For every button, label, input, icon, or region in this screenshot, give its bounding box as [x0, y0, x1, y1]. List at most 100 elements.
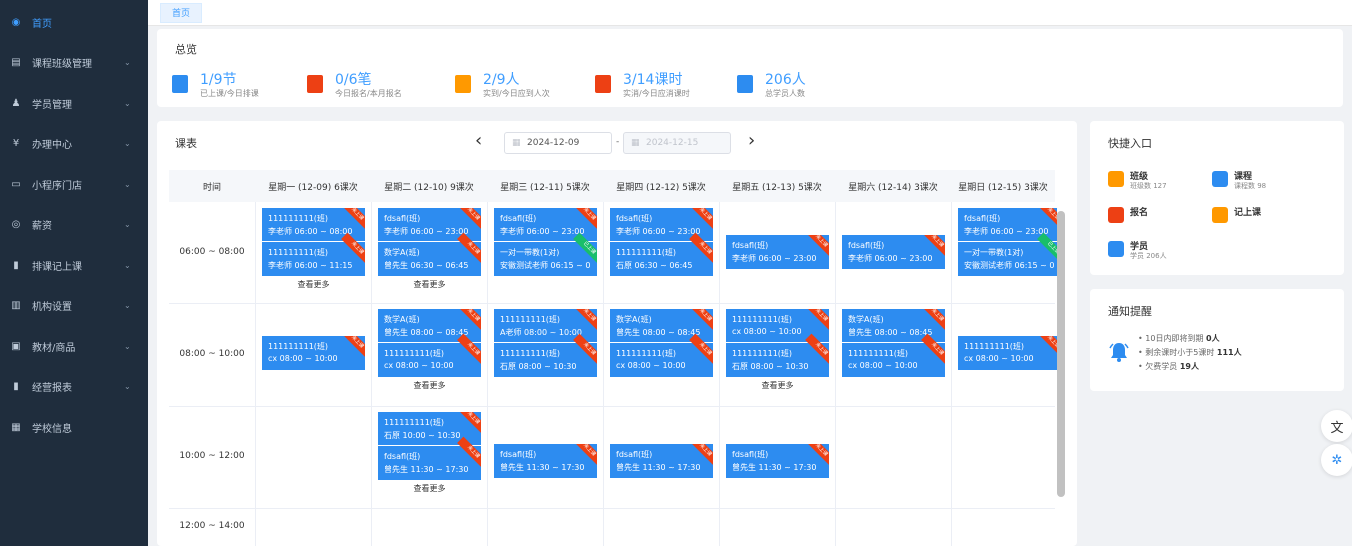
- chevron-down-icon: ⌄: [124, 179, 131, 189]
- sidebar-item-9[interactable]: ▮ 经营报表 ⌄: [0, 367, 148, 407]
- quick-entry-3[interactable]: 记上课: [1212, 205, 1312, 231]
- sidebar-item-6[interactable]: ▮ 排课记上课 ⌄: [0, 245, 148, 285]
- lesson-card[interactable]: fdsafl(班) 曾先生 11:30 ~ 17:30 未上课: [610, 444, 713, 478]
- lesson-card[interactable]: fdsafl(班) 曾先生 11:30 ~ 17:30 未上课: [726, 444, 829, 478]
- quick-entry-title: 快捷入口: [1108, 137, 1152, 150]
- lesson-class: 111111111(班): [500, 349, 561, 358]
- lesson-time: 李老师 06:00 ~ 23:00: [384, 227, 469, 236]
- sidebar-item-10[interactable]: ▦ 学校信息: [0, 407, 148, 447]
- start-date-input[interactable]: ▦ 2024-12-09: [504, 132, 612, 154]
- notice-count: 0人: [1206, 334, 1220, 343]
- view-more-link[interactable]: 查看更多: [378, 483, 481, 494]
- lesson-card[interactable]: fdsafl(班) 李老师 06:00 ~ 23:00 未上课 一对一带教(1对) 安徽…: [958, 208, 1061, 276]
- next-week-button[interactable]: ›: [748, 131, 755, 151]
- lesson-card[interactable]: 数学A(班) 曾先生 08:00 ~ 08:45 未上课 111111111(班) cx…: [378, 309, 481, 377]
- end-date-input[interactable]: ▦ 2024-12-15: [623, 132, 731, 154]
- sidebar-item-label: 学员管理: [32, 99, 72, 111]
- lesson-class: 111111111(班): [616, 349, 677, 358]
- day-header: 星期五 (12-13) 5课次: [719, 170, 835, 202]
- lesson-time: 曾先生 06:30 ~ 06:45: [384, 261, 469, 270]
- chevron-down-icon: ⌄: [124, 220, 131, 229]
- time-slot-label: 08:00 ~ 10:00: [179, 348, 245, 359]
- lesson-class: 111111111(班): [268, 342, 329, 351]
- quick-entry-4[interactable]: 学员 学员 206人: [1108, 239, 1208, 265]
- lesson-class: fdsafl(班): [848, 241, 885, 250]
- prev-week-button[interactable]: ‹: [475, 131, 482, 151]
- day-header: 星期一 (12-09) 6课次: [255, 170, 371, 202]
- sidebar-item-label: 经营报表: [32, 383, 72, 394]
- lesson-class: 数学A(班): [384, 248, 420, 257]
- sidebar: ◉ 首页 ▤ 课程班级管理 ⌄ ♟ 学员管理 ⌄ ¥ 办理中心 ⌄ ▭ 小程序门店 ⌄ ◎ 薪资 ⌄ ▮ 排课记上课…: [0, 0, 148, 546]
- chevron-down-icon: ⌄: [124, 301, 131, 310]
- sidebar-item-7[interactable]: ▥ 机构设置 ⌄: [0, 286, 148, 326]
- lesson-class: 111111111(班): [732, 349, 793, 358]
- lesson-class: fdsafl(班): [732, 450, 769, 459]
- sidebar-item-label: 小程序门店: [32, 180, 82, 192]
- dashboard-icon: ◉: [11, 16, 21, 28]
- lesson-time: 曾先生 11:30 ~ 17:30: [732, 463, 817, 472]
- sidebar-item-label: 排课记上课: [32, 261, 82, 273]
- lesson-card[interactable]: fdsafl(班) 李老师 06:00 ~ 23:00 未上课 一对一带教(1对) 安徽…: [494, 208, 597, 276]
- view-more-link[interactable]: 查看更多: [378, 380, 481, 391]
- sidebar-item-3[interactable]: ¥ 办理中心 ⌄: [0, 124, 148, 164]
- stat-value: 3/14课时: [623, 72, 683, 88]
- lesson-card[interactable]: fdsafl(班) 曾先生 11:30 ~ 17:30 未上课: [494, 444, 597, 478]
- view-more-link[interactable]: 查看更多: [262, 279, 365, 290]
- lesson-card[interactable]: fdsafl(班) 李老师 06:00 ~ 23:00 未上课: [842, 235, 945, 269]
- status-ribbon: 未上课: [689, 232, 713, 265]
- book-icon: [595, 75, 611, 93]
- lesson-class: 111111111(班): [964, 342, 1025, 351]
- sidebar-item-4[interactable]: ▭ 小程序门店 ⌄: [0, 164, 148, 204]
- lesson-card[interactable]: 111111111(班) A老师 08:00 ~ 10:00 未上课 11111111…: [494, 309, 597, 377]
- lesson-card[interactable]: 111111111(班) 李老师 06:00 ~ 08:00 未上课 11111111…: [262, 208, 365, 276]
- lesson-time: 曾先生 11:30 ~ 17:30: [616, 463, 701, 472]
- bookmark-icon: [172, 75, 188, 93]
- lesson-card[interactable]: 数学A(班) 曾先生 08:00 ~ 08:45 未上课 111111111(班) cx…: [610, 309, 713, 377]
- translate-float-button[interactable]: 文: [1321, 410, 1352, 442]
- lesson-card[interactable]: 111111111(班) cx 08:00 ~ 10:00 未上课: [958, 336, 1061, 370]
- tab-home[interactable]: 首页: [160, 3, 203, 23]
- quick-entry-1[interactable]: 课程 课程数 98: [1212, 169, 1312, 195]
- overview-panel: 总览 1/9节 已上课/今日排课 0/6笔 今日报名/本月报名 2/9人 实到/今日应到人…: [157, 29, 1343, 107]
- schedule-title: 课表: [175, 137, 197, 150]
- lesson-time: cx 08:00 ~ 10:00: [848, 361, 918, 370]
- sidebar-item-0[interactable]: ◉ 首页: [0, 2, 148, 42]
- lesson-card[interactable]: fdsafl(班) 李老师 06:00 ~ 23:00 未上课 数学A(班) 曾先生 0…: [378, 208, 481, 276]
- lesson-time: 李老师 06:00 ~ 23:00: [732, 254, 817, 263]
- lesson-card[interactable]: fdsafl(班) 李老师 06:00 ~ 23:00 未上课 111111111(班…: [610, 208, 713, 276]
- lesson-card[interactable]: 111111111(班) 石原 10:00 ~ 10:30 未上课 fdsafl(班)…: [378, 412, 481, 480]
- quick-entry-sub: 课程数 98: [1234, 182, 1267, 190]
- scrollbar-thumb[interactable]: [1057, 211, 1065, 497]
- grid-divider: [371, 202, 372, 546]
- view-more-link[interactable]: 查看更多: [378, 279, 481, 290]
- sidebar-item-1[interactable]: ▤ 课程班级管理 ⌄: [0, 43, 148, 83]
- lesson-card[interactable]: 数学A(班) 曾先生 08:00 ~ 08:45 未上课 111111111(班) cx…: [842, 309, 945, 377]
- quick-entry-0[interactable]: 班级 班级数 127: [1108, 169, 1208, 195]
- day-header: 星期六 (12-14) 3课次: [835, 170, 951, 202]
- lesson-card[interactable]: fdsafl(班) 李老师 06:00 ~ 23:00 未上课: [726, 235, 829, 269]
- calendar-icon: ▦: [631, 138, 640, 148]
- signup-icon: [1108, 207, 1124, 223]
- sidebar-item-2[interactable]: ♟ 学员管理 ⌄: [0, 83, 148, 123]
- stat-label: 总学员人数: [765, 89, 805, 98]
- lesson-time: 曾先生 08:00 ~ 08:45: [616, 328, 701, 337]
- quick-entry-2[interactable]: 报名: [1108, 205, 1208, 231]
- network-float-button[interactable]: ✲: [1321, 444, 1352, 476]
- day-header: 星期日 (12-15) 3课次: [951, 170, 1055, 202]
- view-more-link[interactable]: 查看更多: [726, 380, 829, 391]
- class-icon: [1108, 171, 1124, 187]
- status-ribbon: 未上课: [573, 333, 597, 366]
- sidebar-item-5[interactable]: ◎ 薪资 ⌄: [0, 205, 148, 245]
- lesson-card[interactable]: 111111111(班) cx 08:00 ~ 10:00 未上课 111111111…: [726, 309, 829, 377]
- lesson-card[interactable]: 111111111(班) cx 08:00 ~ 10:00 未上课: [262, 336, 365, 370]
- lesson-time: cx 08:00 ~ 10:00: [732, 327, 802, 336]
- day-header: 星期四 (12-12) 5课次: [603, 170, 719, 202]
- lesson-time: 曾先生 11:30 ~ 17:30: [500, 463, 585, 472]
- quick-entry-panel: 快捷入口 班级 班级数 127 课程 课程数 98 报名 记上课 学员 学员 206人: [1090, 121, 1344, 275]
- lesson-class: 数学A(班): [384, 315, 420, 324]
- notice-text: 欠费学员: [1145, 362, 1178, 371]
- lesson-class: fdsafl(班): [384, 214, 421, 223]
- calendar-icon: ▦: [512, 138, 521, 148]
- sidebar-item-8[interactable]: ▣ 教材/商品 ⌄: [0, 326, 148, 366]
- lesson-class: 111111111(班): [732, 315, 793, 324]
